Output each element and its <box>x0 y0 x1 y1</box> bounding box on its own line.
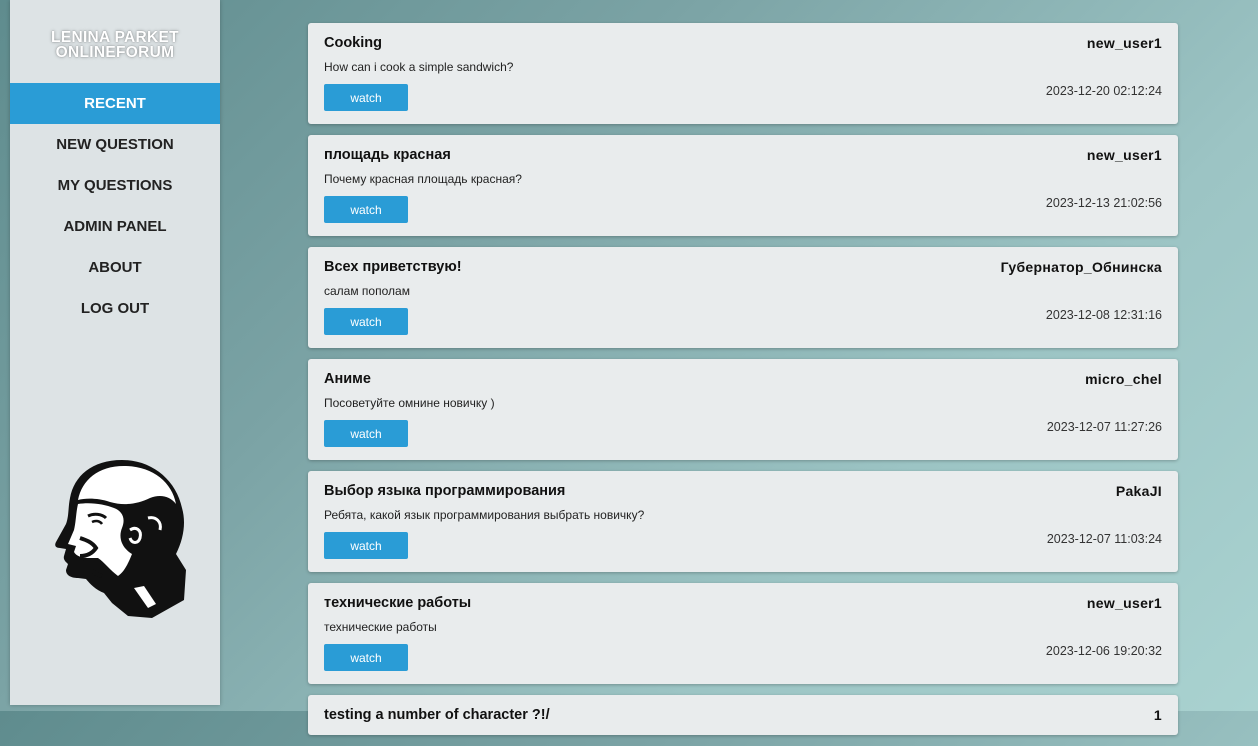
question-date: 2023-12-07 11:03:24 <box>1046 532 1162 546</box>
question-card[interactable]: Выбор языка программирования PakaJI Ребя… <box>308 471 1178 572</box>
question-date: 2023-12-07 11:27:26 <box>1046 420 1162 434</box>
watch-button[interactable]: watch <box>324 308 408 335</box>
question-text: Почему красная площадь красная? <box>324 172 522 186</box>
watch-button[interactable]: watch <box>324 420 408 447</box>
question-text: Посоветуйте омнине новичку ) <box>324 396 495 410</box>
question-author: PakaJI <box>1115 483 1162 499</box>
main-nav: RECENT NEW QUESTION MY QUESTIONS ADMIN P… <box>10 83 220 329</box>
question-title[interactable]: технические работы <box>324 595 471 611</box>
question-author: new_user1 <box>1086 35 1162 51</box>
question-author: 1 <box>1153 707 1162 723</box>
question-card[interactable]: технические работы new_user1 технические… <box>308 583 1178 684</box>
question-text: How can i cook a simple sandwich? <box>324 60 514 74</box>
question-text: Ребята, какой язык программирования выбр… <box>324 508 645 522</box>
question-author: Губернатор_Обнинска <box>1000 259 1162 275</box>
watch-button[interactable]: watch <box>324 196 408 223</box>
brand-line-1: LENINA PARKET <box>51 29 179 46</box>
lenin-portrait-icon <box>55 460 186 618</box>
question-date: 2023-12-06 19:20:32 <box>1045 644 1162 658</box>
question-card[interactable]: Всех приветствую! Губернатор_Обнинска са… <box>308 247 1178 348</box>
sidebar: LENINA PARKET ONLINEFORUM RECENT NEW QUE… <box>10 0 220 705</box>
nav-new-question[interactable]: NEW QUESTION <box>10 124 220 165</box>
question-card[interactable]: площадь красная new_user1 Почему красная… <box>308 135 1178 236</box>
watch-button[interactable]: watch <box>324 532 408 559</box>
question-title[interactable]: Аниме <box>324 371 371 387</box>
nav-about[interactable]: ABOUT <box>10 247 220 288</box>
question-author: new_user1 <box>1086 147 1162 163</box>
question-text: салам пополам <box>324 284 410 298</box>
question-date: 2023-12-20 02:12:24 <box>1045 84 1162 98</box>
watch-button[interactable]: watch <box>324 644 408 671</box>
question-author: new_user1 <box>1086 595 1162 611</box>
question-text: технические работы <box>324 620 437 634</box>
brand-line-2: ONLINEFORUM <box>55 44 175 61</box>
nav-my-questions[interactable]: MY QUESTIONS <box>10 165 220 206</box>
question-title[interactable]: площадь красная <box>324 147 451 163</box>
nav-recent[interactable]: RECENT <box>10 83 220 124</box>
question-feed: Cooking new_user1 How can i cook a simpl… <box>308 23 1178 746</box>
watch-button[interactable]: watch <box>324 84 408 111</box>
question-card[interactable]: testing a number of character ?!/ 1 <box>308 695 1178 735</box>
question-date: 2023-12-08 12:31:16 <box>1045 308 1162 322</box>
question-title[interactable]: Всех приветствую! <box>324 259 462 275</box>
nav-admin-panel[interactable]: ADMIN PANEL <box>10 206 220 247</box>
site-logo[interactable]: LENINA PARKET ONLINEFORUM <box>10 29 220 61</box>
question-author: micro_chel <box>1085 371 1162 387</box>
question-card[interactable]: Аниме micro_chel Посоветуйте омнине нови… <box>308 359 1178 460</box>
question-card[interactable]: Cooking new_user1 How can i cook a simpl… <box>308 23 1178 124</box>
question-title[interactable]: Cooking <box>324 35 382 51</box>
question-title[interactable]: Выбор языка программирования <box>324 483 565 499</box>
nav-log-out[interactable]: LOG OUT <box>10 288 220 329</box>
question-title[interactable]: testing a number of character ?!/ <box>324 707 550 723</box>
question-date: 2023-12-13 21:02:56 <box>1045 196 1162 210</box>
